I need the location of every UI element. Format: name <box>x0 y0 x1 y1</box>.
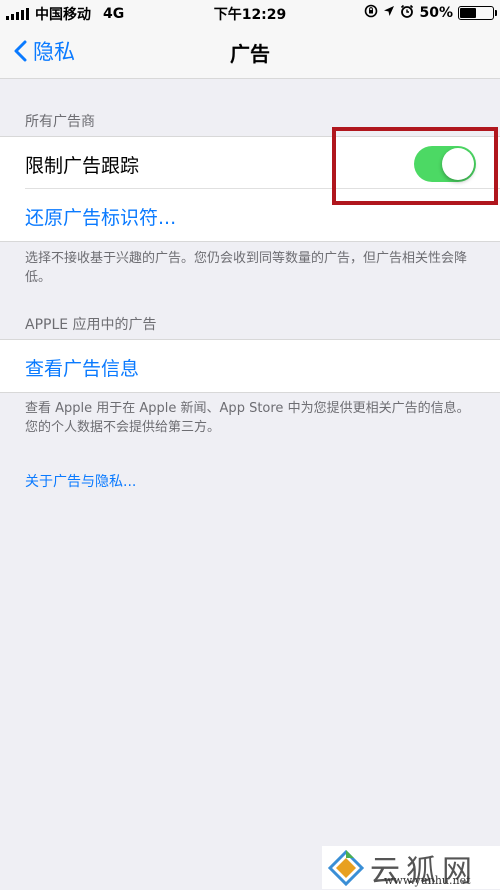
section-header-apple-ads: APPLE 应用中的广告 <box>25 317 157 333</box>
watermark-logo-icon <box>327 849 365 886</box>
navigation-bar: 隐私 广告 <box>0 26 500 79</box>
page-title: 广告 <box>230 42 270 66</box>
watermark: 云狐网 www.yunhu.net <box>322 846 500 889</box>
battery-icon <box>458 6 497 20</box>
reset-ad-identifier-link[interactable]: 还原广告标识符... <box>25 203 176 230</box>
watermark-url: www.yunhu.net <box>384 874 471 887</box>
location-icon <box>383 5 395 21</box>
battery-percent: 50% <box>419 5 453 21</box>
settings-group-apple-ads: 查看广告信息 <box>0 339 500 393</box>
section-footer-apple-ads: 查看 Apple 用于在 Apple 新闻、App Store 中为您提供更相关… <box>25 401 470 435</box>
alarm-icon <box>400 4 414 22</box>
highlight-box <box>332 127 498 205</box>
limit-ad-tracking-label: 限制广告跟踪 <box>25 155 140 177</box>
view-ad-info-link[interactable]: 查看广告信息 <box>25 354 139 381</box>
section-header-all-advertisers: 所有广告商 <box>25 114 95 130</box>
status-bar: 中国移动 4G 下午12:29 50% <box>0 0 500 26</box>
section-footer-advertisers: 选择不接收基于兴趣的广告。您仍会收到同等数量的广告，但广告相关性会降低。 <box>25 251 468 285</box>
screen-lock-icon <box>364 4 378 22</box>
about-ads-privacy-link[interactable]: 关于广告与隐私... <box>25 471 136 491</box>
view-ad-info-row[interactable]: 查看广告信息 <box>0 340 500 392</box>
